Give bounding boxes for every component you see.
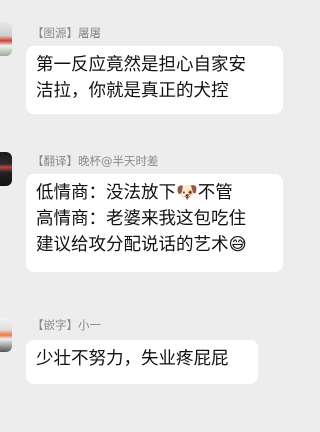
- message-line: 第一反应竟然是担心自家安: [36, 55, 246, 75]
- message-bubble[interactable]: 第一反应竟然是担心自家安 洁拉，你就是真正的犬控: [26, 46, 283, 114]
- message-line: 洁拉，你就是真正的犬控: [36, 81, 229, 101]
- message-bubble[interactable]: 少壮不努力，失业疼屁屁: [26, 340, 258, 384]
- message-line: 建议给攻分配说话的艺术😅: [36, 235, 247, 255]
- avatar[interactable]: [0, 318, 12, 352]
- sender-name: 【图源】屠屠: [32, 26, 101, 40]
- message-line: 低情商：没法放下🐶不管: [36, 183, 233, 203]
- message-line: 高情商：老婆来我这包吃住: [36, 209, 246, 229]
- message-line: 少壮不努力，失业疼屁屁: [36, 349, 229, 369]
- message-bubble[interactable]: 低情商：没法放下🐶不管 高情商：老婆来我这包吃住 建议给攻分配说话的艺术😅: [26, 174, 283, 272]
- avatar[interactable]: [0, 152, 12, 186]
- sender-name: 【嵌字】小一: [32, 318, 101, 332]
- sender-name: 【翻译】晚杯@半天时差: [32, 154, 159, 168]
- avatar[interactable]: [0, 22, 12, 56]
